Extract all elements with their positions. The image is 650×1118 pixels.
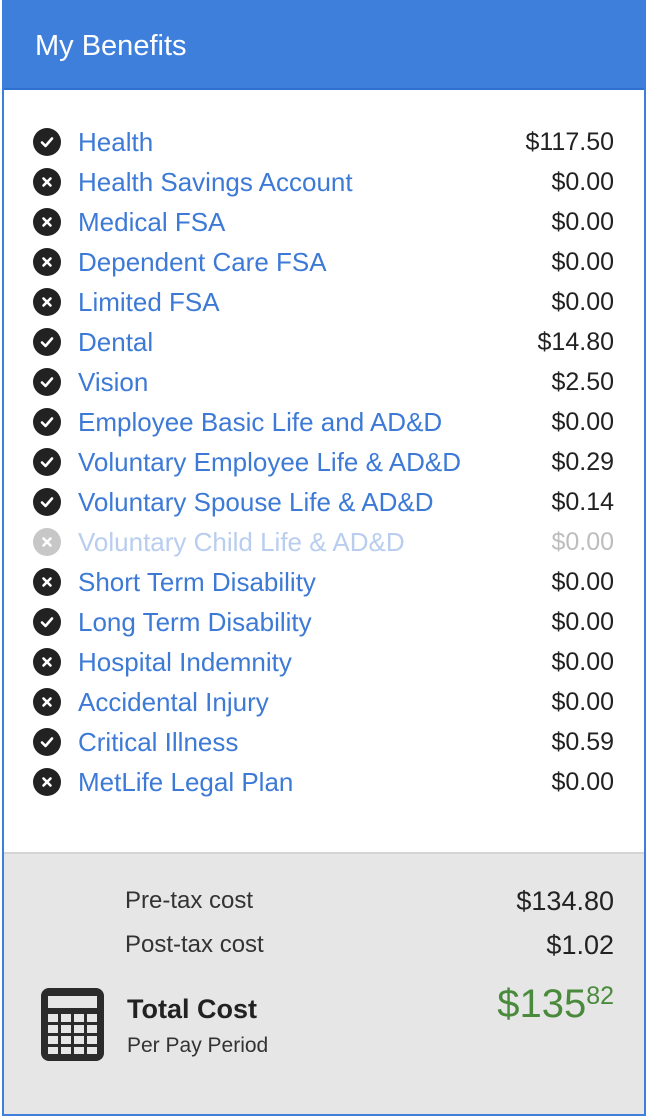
calculator-icon [41,988,104,1061]
benefit-row: Health $117.50 [4,122,644,162]
benefit-amount: $0.00 [551,248,614,276]
benefit-row: Hospital Indemnity $0.00 [4,642,644,682]
benefit-list: Health $117.50 Health Savings Account $0.00… [4,90,644,802]
benefit-amount: $0.00 [551,408,614,436]
benefit-link[interactable]: Dependent Care FSA [78,242,327,282]
benefit-row: Vision $2.50 [4,362,644,402]
benefit-amount: $2.50 [551,368,614,396]
benefit-row: Voluntary Child Life & AD&D $0.00 [4,522,644,562]
check-circle-icon [33,328,61,356]
total-cost-label: Total Cost [127,994,257,1024]
benefit-link[interactable]: Voluntary Employee Life & AD&D [78,442,461,482]
benefit-amount: $0.00 [551,568,614,596]
benefit-row: Employee Basic Life and AD&D $0.00 [4,402,644,442]
check-circle-icon [33,128,61,156]
check-circle-icon [33,488,61,516]
x-circle-icon [33,528,61,556]
posttax-row: Post-tax cost $1.02 [4,925,644,965]
benefit-amount: $0.00 [551,608,614,636]
benefit-amount: $0.59 [551,728,614,756]
benefit-amount: $0.00 [551,648,614,676]
x-circle-icon [33,168,61,196]
benefit-amount: $14.80 [537,328,614,356]
benefit-row: Health Savings Account $0.00 [4,162,644,202]
x-circle-icon [33,248,61,276]
benefit-row: Dependent Care FSA $0.00 [4,242,644,282]
x-circle-icon [33,208,61,236]
benefit-row: Medical FSA $0.00 [4,202,644,242]
total-dollars: $135 [497,982,587,1026]
benefit-link[interactable]: Hospital Indemnity [78,642,292,682]
pay-period-label: Per Pay Period [127,1034,269,1057]
benefit-link[interactable]: Voluntary Spouse Life & AD&D [78,482,434,522]
benefit-link[interactable]: Critical Illness [78,722,238,762]
check-circle-icon [33,448,61,476]
benefit-link[interactable]: MetLife Legal Plan [78,762,293,802]
check-circle-icon [33,608,61,636]
x-circle-icon [33,648,61,676]
x-circle-icon [33,768,61,796]
benefits-card: My Benefits Health $117.50 Health Savings … [2,0,646,1116]
benefit-link[interactable]: Dental [78,322,153,362]
benefit-link[interactable]: Short Term Disability [78,562,316,602]
benefit-amount: $0.00 [551,288,614,316]
x-circle-icon [33,568,61,596]
benefit-row: Long Term Disability $0.00 [4,602,644,642]
benefit-link[interactable]: Accidental Injury [78,682,269,722]
benefit-link[interactable]: Health [78,122,153,162]
benefit-row: MetLife Legal Plan $0.00 [4,762,644,802]
benefit-link[interactable]: Health Savings Account [78,162,353,202]
card-title: My Benefits [35,30,187,62]
benefit-amount: $0.00 [551,688,614,716]
benefit-amount: $0.00 [551,168,614,196]
benefit-amount: $0.00 [551,768,614,796]
check-circle-icon [33,368,61,396]
benefit-amount: $117.50 [525,128,614,156]
pretax-row: Pre-tax cost $134.80 [4,881,644,921]
posttax-label: Post-tax cost [125,931,264,958]
total-cents: 82 [586,982,614,1010]
check-circle-icon [33,728,61,756]
benefit-link[interactable]: Long Term Disability [78,602,312,642]
benefit-row: Voluntary Spouse Life & AD&D $0.14 [4,482,644,522]
pretax-value: $134.80 [516,886,614,916]
cost-summary: Pre-tax cost $134.80 Post-tax cost $1.02… [4,852,644,1114]
benefit-link[interactable]: Vision [78,362,148,402]
benefit-amount: $0.00 [551,208,614,236]
benefit-link[interactable]: Limited FSA [78,282,220,322]
x-circle-icon [33,688,61,716]
total-cost-value: $13582 [497,982,614,1027]
benefit-amount: $0.14 [551,488,614,516]
benefit-link[interactable]: Voluntary Child Life & AD&D [78,522,405,562]
benefit-amount: $0.29 [551,448,614,476]
benefit-row: Accidental Injury $0.00 [4,682,644,722]
benefit-link[interactable]: Employee Basic Life and AD&D [78,402,442,442]
card-header: My Benefits [4,2,644,90]
posttax-value: $1.02 [546,930,614,960]
pretax-label: Pre-tax cost [125,887,254,914]
x-circle-icon [33,288,61,316]
benefit-row: Short Term Disability $0.00 [4,562,644,602]
benefit-link[interactable]: Medical FSA [78,202,225,242]
check-circle-icon [33,408,61,436]
benefit-amount: $0.00 [551,528,614,556]
benefit-row: Critical Illness $0.59 [4,722,644,762]
benefit-row: Dental $14.80 [4,322,644,362]
benefit-row: Voluntary Employee Life & AD&D $0.29 [4,442,644,482]
benefit-row: Limited FSA $0.00 [4,282,644,322]
